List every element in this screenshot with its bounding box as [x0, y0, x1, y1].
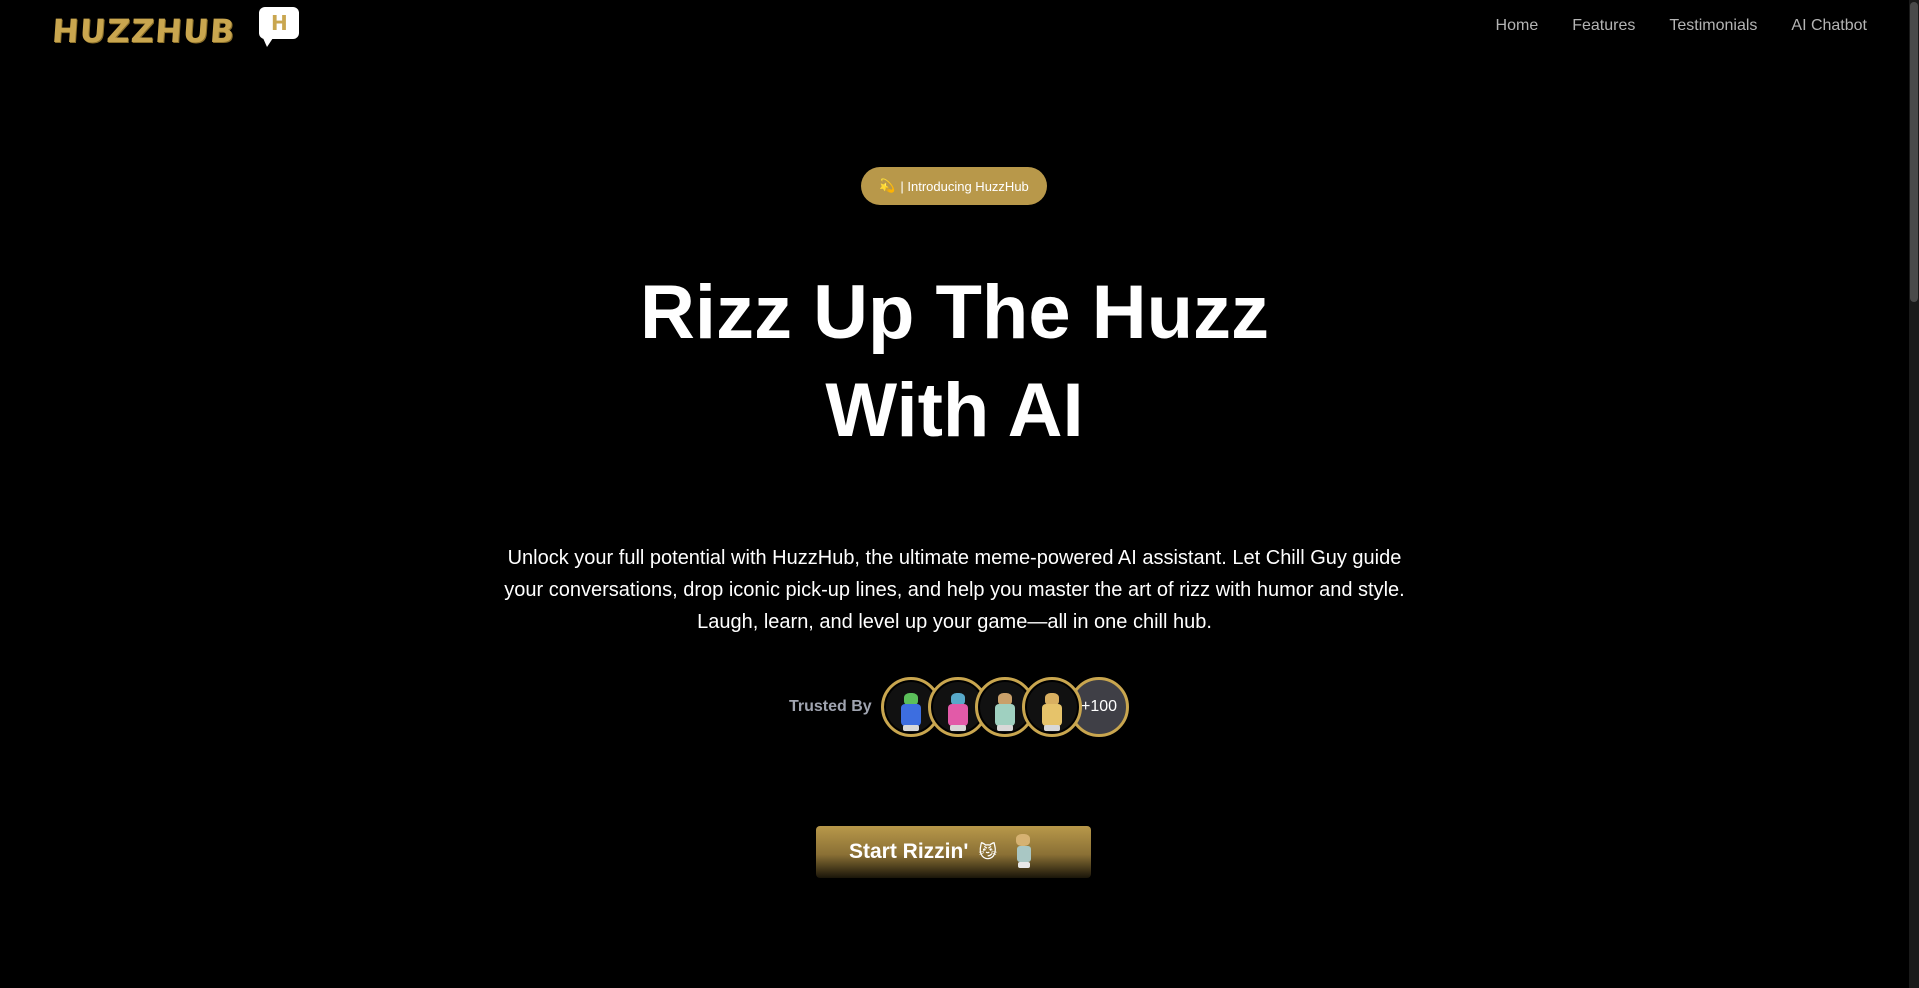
sparkle-icon: 💫 [879, 178, 896, 193]
avatar-body [995, 704, 1015, 726]
avatar-legs [950, 725, 966, 731]
logo[interactable]: HUZZHUB H [50, 7, 300, 50]
logo-bubble-letter: H [270, 11, 288, 35]
avatar-legs [903, 725, 919, 731]
page-scrollbar[interactable] [1909, 0, 1919, 988]
top-nav: HUZZHUB H Home Features Testimonials AI … [0, 0, 1909, 60]
chat-bubble-logo-icon: H [259, 7, 300, 47]
avatar [1022, 677, 1082, 737]
trusted-avatars: +100 [881, 677, 1129, 737]
hero-headline-line2: With AI [825, 368, 1084, 453]
avatar-legs [1044, 725, 1060, 731]
avatar-body [901, 704, 921, 726]
start-rizzin-label: Start Rizzin' [849, 840, 969, 863]
avatar-body [948, 704, 968, 726]
scrollbar-thumb[interactable] [1910, 2, 1918, 302]
nav-link-testimonials[interactable]: Testimonials [1669, 17, 1757, 35]
nav-link-ai-chatbot[interactable]: AI Chatbot [1791, 17, 1867, 35]
cat-emoji-icon: 😼 [978, 841, 998, 862]
chill-guy-icon [1013, 834, 1035, 870]
nav-link-home[interactable]: Home [1496, 17, 1539, 35]
hero-headline-line1: Rizz Up The Huzz [639, 270, 1270, 355]
nav-links: Home Features Testimonials AI Chatbot [1496, 17, 1867, 35]
logo-text: HUZZHUB [50, 12, 237, 50]
start-rizzin-button[interactable]: Start Rizzin' 😼 [816, 826, 1091, 878]
avatar-body [1042, 704, 1062, 726]
hero-description: Unlock your full potential with HuzzHub,… [504, 547, 1405, 633]
intro-badge-text: | Introducing HuzzHub [900, 178, 1029, 194]
avatar-legs [997, 725, 1013, 731]
nav-link-features[interactable]: Features [1572, 17, 1635, 35]
intro-badge: 💫 | Introducing HuzzHub [861, 167, 1047, 205]
trusted-by-label: Trusted By [789, 698, 872, 715]
